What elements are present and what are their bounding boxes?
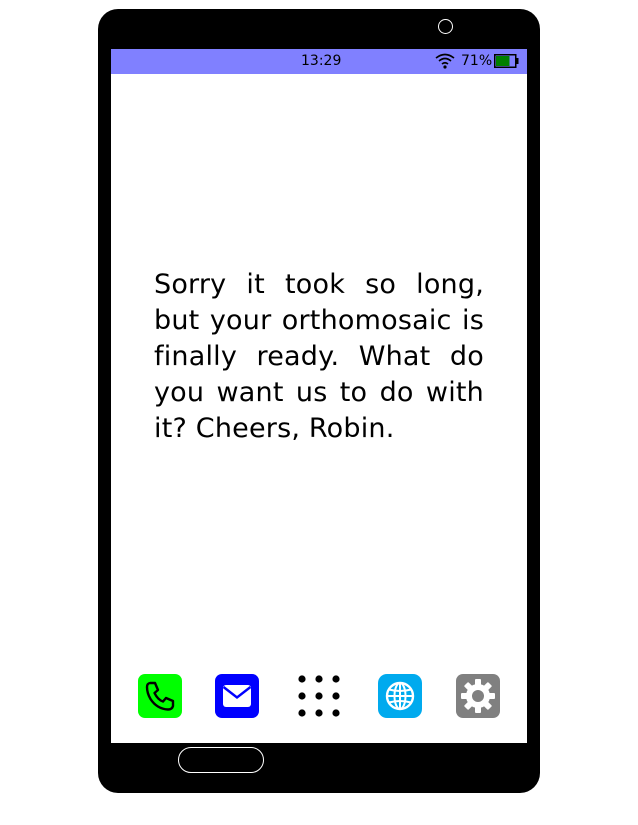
battery-icon: [494, 54, 519, 68]
app-dock: [111, 674, 527, 718]
front-camera: [438, 19, 453, 34]
browser-globe-icon[interactable]: [378, 674, 422, 718]
status-time: 13:29: [301, 53, 342, 69]
phone-screen: 13:29 71% Sorry it took so long, but you…: [111, 49, 527, 743]
message-text: Sorry it took so long, but your orthomos…: [154, 269, 484, 444]
settings-gear-icon[interactable]: [456, 674, 500, 718]
mail-icon[interactable]: [215, 674, 259, 718]
battery-percent: 71%: [461, 53, 493, 69]
apps-grid-icon[interactable]: [297, 674, 341, 718]
phone-frame: 13:29 71% Sorry it took so long, but you…: [98, 9, 540, 793]
phone-icon[interactable]: [138, 674, 182, 718]
home-button[interactable]: [178, 747, 264, 773]
wifi-icon: [435, 53, 455, 69]
status-bar: 13:29 71%: [111, 49, 527, 74]
battery-fill: [496, 56, 510, 66]
